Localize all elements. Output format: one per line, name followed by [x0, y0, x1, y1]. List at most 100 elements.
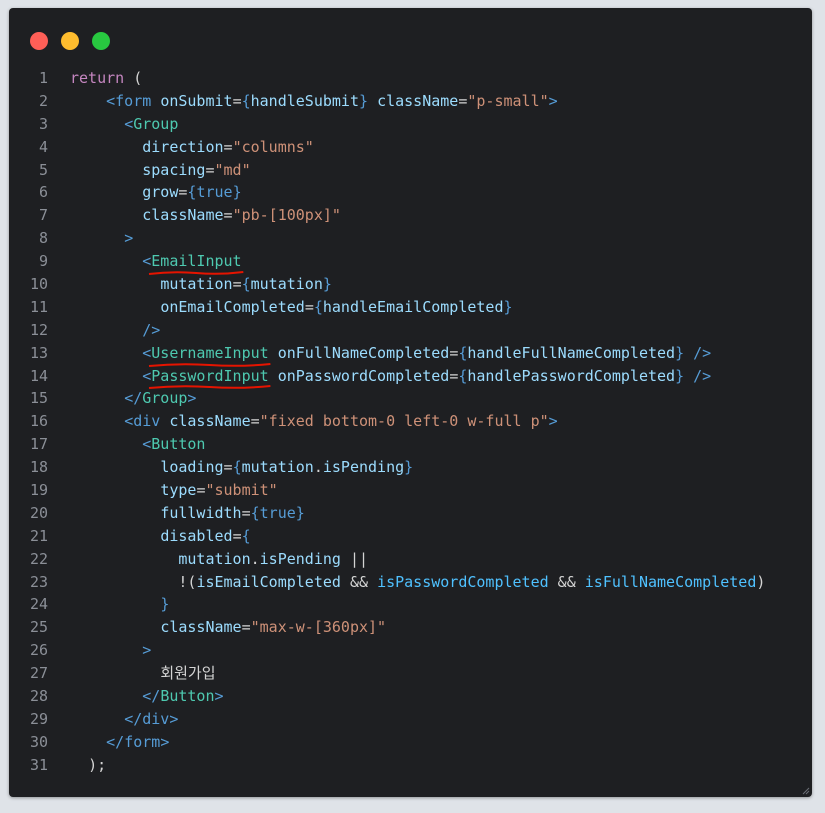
code-token: = [241, 618, 251, 637]
code-text: > [48, 639, 151, 662]
code-token: </ [142, 687, 161, 706]
code-token: < [124, 412, 134, 431]
minimize-window-button[interactable] [61, 32, 79, 50]
line-number: 12 [29, 320, 48, 339]
code-token: onPasswordCompleted [277, 366, 450, 385]
code-token: ); [88, 755, 107, 774]
error-underline[interactable]: PasswordInput [151, 365, 268, 388]
code-text: } [48, 593, 169, 616]
code-text: > [48, 227, 133, 250]
line-number: 15 [29, 389, 48, 408]
line-number: 10 [29, 275, 48, 294]
code-line: 6 grow={true} [9, 181, 812, 204]
code-token: div [133, 412, 161, 431]
code-token: = [304, 297, 314, 316]
code-text: </form> [48, 731, 169, 754]
code-token: { [241, 526, 251, 545]
line-number: 2 [38, 91, 48, 110]
code-token: "pb-[100px]" [232, 206, 341, 225]
code-token: "submit" [205, 481, 278, 500]
code-token: . [313, 458, 323, 477]
code-line: 18 loading={mutation.isPending} [9, 456, 812, 479]
code-token: className [160, 618, 242, 637]
code-line: 21 disabled={ [9, 525, 812, 548]
code-token: { [241, 275, 251, 294]
code-token: isPasswordCompleted [377, 572, 549, 591]
line-number: 7 [38, 206, 48, 225]
code-line: 1 return ( [9, 67, 812, 90]
code-text: className="max-w-[360px]" [48, 616, 386, 639]
code-line: 2 <form onSubmit={handleSubmit} classNam… [9, 90, 812, 113]
code-token: handleSubmit [250, 91, 359, 110]
code-token: true [196, 183, 233, 202]
code-token: disabled [160, 526, 233, 545]
code-line: 20 fullwidth={true} [9, 502, 812, 525]
resize-grip-icon[interactable] [802, 787, 810, 795]
code-token: form [115, 91, 152, 110]
code-token: = [223, 206, 233, 225]
code-line: 24 } [9, 593, 812, 616]
code-token: > [214, 687, 224, 706]
code-line: 27 회원가입 [9, 662, 812, 685]
error-underline[interactable]: EmailInput [151, 250, 241, 273]
line-number: 13 [29, 343, 48, 362]
code-token: direction [142, 137, 224, 156]
line-number: 4 [38, 137, 48, 156]
code-token: handleFullNameCompleted [467, 343, 676, 362]
code-text: !(isEmailCompleted && isPasswordComplete… [48, 571, 765, 594]
code-token: } [675, 343, 685, 362]
code-line: 14 <PasswordInput onPasswordCompleted={h… [9, 365, 812, 388]
maximize-window-button[interactable] [92, 32, 110, 50]
line-number: 1 [38, 69, 48, 87]
line-number: 23 [29, 572, 48, 591]
code-token: /> [142, 320, 161, 339]
code-line: 7 className="pb-[100px]" [9, 204, 812, 227]
code-token: Button [151, 435, 206, 454]
code-token: } [404, 458, 414, 477]
line-number: 5 [38, 160, 48, 179]
code-token: onEmailCompleted [160, 297, 305, 316]
code-line: 10 mutation={mutation} [9, 273, 812, 296]
code-token: mutation [241, 458, 314, 477]
code-token: } [359, 91, 369, 110]
code-line: 22 mutation.isPending || [9, 548, 812, 571]
code-token: } [295, 503, 305, 522]
code-token: = [449, 343, 459, 362]
code-line: 12 /> [9, 319, 812, 342]
code-text: mutation={mutation} [48, 273, 332, 296]
error-underline[interactable]: UsernameInput [151, 342, 268, 365]
line-number: 17 [29, 435, 48, 454]
close-window-button[interactable] [30, 32, 48, 50]
line-number: 14 [29, 366, 48, 385]
code-line: 25 className="max-w-[360px]" [9, 616, 812, 639]
code-token: isPending [259, 549, 341, 568]
code-token: } [232, 183, 242, 202]
code-editor[interactable]: 1 return (2 <form onSubmit={handleSubmit}… [9, 67, 812, 777]
code-token: Group [133, 114, 179, 133]
code-token: > [548, 412, 558, 431]
code-line: 9 <EmailInput [9, 250, 812, 273]
code-text: 회원가입 [48, 662, 215, 685]
code-token: onSubmit [160, 91, 233, 110]
code-token: { [232, 458, 242, 477]
code-text: disabled={ [48, 525, 251, 548]
code-window: 1 return (2 <form onSubmit={handleSubmit}… [9, 8, 812, 797]
line-number: 24 [29, 595, 48, 614]
code-line: 4 direction="columns" [9, 136, 812, 159]
code-token: = [223, 458, 233, 477]
